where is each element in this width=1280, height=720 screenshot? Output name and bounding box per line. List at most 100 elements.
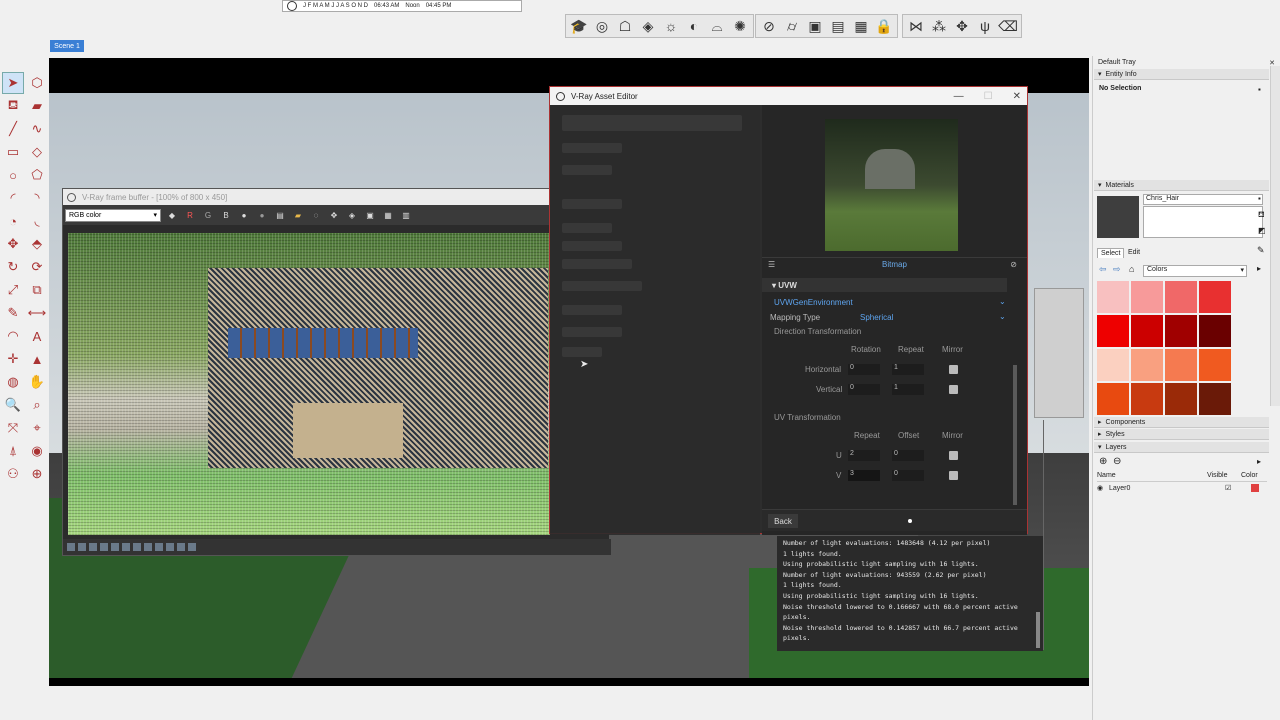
vfb-tool-icon[interactable] — [188, 543, 196, 551]
chevron-down-icon[interactable]: ⌄ — [999, 297, 1006, 306]
uvw-type-select[interactable]: UVWGenEnvironment — [774, 298, 853, 307]
white-dot-icon[interactable]: ● — [237, 208, 251, 222]
vfb-tool-icon[interactable] — [100, 543, 108, 551]
layer-color-swatch[interactable] — [1251, 484, 1259, 492]
u-offset-input[interactable]: 0 — [892, 450, 924, 461]
display-icon[interactable]: ▣ — [363, 208, 377, 222]
lock-icon[interactable]: 🔒 — [873, 15, 895, 37]
axes-icon[interactable]: ✛ — [2, 348, 24, 370]
horizontal-repeat-input[interactable]: 1 — [892, 364, 924, 375]
u-mirror-checkbox[interactable] — [949, 451, 958, 460]
chevron-down-icon[interactable]: ⌄ — [999, 312, 1006, 321]
color-swatch[interactable] — [1165, 281, 1197, 313]
red-channel-button[interactable]: R — [183, 208, 197, 222]
asset-list-item[interactable] — [562, 241, 622, 251]
shadow-settings-bar[interactable]: J F M A M J J A S O N D 06:43 AM Noon 04… — [282, 0, 522, 12]
paint-bucket-icon[interactable]: ⛾ — [2, 95, 24, 117]
fur-icon[interactable]: ⋈ — [905, 15, 927, 37]
color-swatch[interactable] — [1131, 349, 1163, 381]
rotated-rectangle-icon[interactable]: ◇ — [26, 141, 48, 163]
scene-tab[interactable]: Scene 1 — [50, 40, 84, 52]
toggle-details-icon[interactable]: ▪ — [1258, 85, 1261, 94]
uvw-section-header[interactable]: ▾ UVW — [762, 278, 1007, 292]
blue-channel-button[interactable]: B — [219, 208, 233, 222]
transform-icon[interactable]: ✥ — [951, 15, 973, 37]
vfb-titlebar[interactable]: V-Ray frame buffer - [100% of 800 x 450] — [63, 189, 609, 205]
material-name-field[interactable]: Chris_Hair — [1143, 194, 1263, 205]
vray-frame-buffer-icon[interactable]: ◈ — [637, 15, 659, 37]
move-icon[interactable]: ✥ — [2, 233, 24, 255]
minimize-icon[interactable]: — — [954, 91, 964, 102]
previous-view-icon[interactable]: ⌖ — [26, 417, 48, 439]
tray-scrollbar[interactable] — [1270, 66, 1280, 406]
vfb-tool-icon[interactable] — [122, 543, 130, 551]
default-material-icon[interactable]: ◩ — [1258, 226, 1266, 235]
properties-scrollbar[interactable] — [1013, 365, 1017, 505]
v-offset-input[interactable]: 0 — [892, 470, 924, 481]
teapot-icon[interactable]: ⌭ — [781, 15, 803, 37]
protractor-icon[interactable]: ◠ — [2, 325, 24, 347]
scale-icon[interactable]: ⤢ — [2, 279, 24, 301]
tab-edit[interactable]: Edit — [1125, 248, 1143, 257]
add-layer-icon[interactable]: ⊕ — [1099, 456, 1107, 467]
u-repeat-input[interactable]: 2 — [848, 450, 880, 461]
vfb-tool-icon[interactable] — [111, 543, 119, 551]
color-swatch[interactable] — [1199, 383, 1231, 415]
asset-list-item[interactable] — [562, 165, 612, 175]
vray-cloud-icon[interactable]: ☖ — [614, 15, 636, 37]
active-layer-radio[interactable]: ◉ — [1097, 484, 1109, 492]
color-swatch[interactable] — [1199, 315, 1231, 347]
tab-select[interactable]: Select — [1097, 248, 1125, 258]
entity-info-header[interactable]: ▾ Entity Info — [1094, 69, 1269, 80]
tape-measure-icon[interactable]: ✎ — [2, 302, 24, 324]
position-camera-icon[interactable]: ⍋ — [2, 440, 24, 462]
eyedropper-icon[interactable]: ✎ — [1257, 245, 1265, 256]
bitmap-bar[interactable]: ☰ Bitmap ⊘ — [762, 257, 1027, 271]
grass-icon[interactable]: ψ — [974, 15, 996, 37]
section-plane-icon[interactable]: ⊕ — [26, 463, 48, 485]
omni-light-icon[interactable]: ✺ — [729, 15, 751, 37]
display-secondary-icon[interactable]: ▪ — [1258, 194, 1261, 203]
eraser-icon[interactable]: ⌫ — [997, 15, 1019, 37]
vertical-mirror-checkbox[interactable] — [949, 385, 958, 394]
materials-header[interactable]: ▾ Materials — [1094, 180, 1269, 191]
color-swatch[interactable] — [1131, 383, 1163, 415]
horizontal-mirror-checkbox[interactable] — [949, 365, 958, 374]
color-swatch[interactable] — [1165, 349, 1197, 381]
vray-interactive-icon[interactable]: ◎ — [591, 15, 613, 37]
save-icon[interactable]: ▤ — [273, 208, 287, 222]
asset-list-item[interactable] — [562, 281, 642, 291]
asset-list-item[interactable] — [562, 143, 622, 153]
vfb-tool-icon[interactable] — [177, 543, 185, 551]
plane-icon[interactable]: ▦ — [850, 15, 872, 37]
col-color[interactable]: Color — [1241, 472, 1267, 481]
color-swatch[interactable] — [1199, 281, 1231, 313]
create-material-icon[interactable]: ⛾ — [1258, 210, 1265, 220]
color-swatch[interactable] — [1097, 315, 1129, 347]
color-swatch[interactable] — [1097, 383, 1129, 415]
eraser-tool-icon[interactable]: ▰ — [26, 95, 48, 117]
styles-header[interactable]: ▸ Styles — [1094, 429, 1269, 440]
col-name[interactable]: Name — [1097, 472, 1207, 481]
dimension-icon[interactable]: ⟷ — [26, 302, 48, 324]
color-swatch[interactable] — [1097, 281, 1129, 313]
vfb-tool-icon[interactable] — [89, 543, 97, 551]
vfb-tool-icon[interactable] — [67, 543, 75, 551]
arc-3pt-icon[interactable]: ◟ — [26, 210, 48, 232]
delete-layer-icon[interactable]: ⊖ — [1113, 456, 1121, 467]
vray-render-icon[interactable]: 🎓 — [568, 15, 590, 37]
material-swatch[interactable] — [1097, 196, 1139, 238]
look-around-icon[interactable]: ◉ — [26, 440, 48, 462]
layers-header[interactable]: ▾ Layers — [1094, 442, 1269, 453]
clear-icon[interactable]: ◌ — [309, 208, 323, 222]
eye-off-icon[interactable]: ⊘ — [1010, 260, 1017, 269]
back-button[interactable]: Back — [768, 514, 798, 528]
vertical-repeat-input[interactable]: 1 — [892, 384, 924, 395]
asset-list-item[interactable] — [562, 305, 622, 315]
line-icon[interactable]: ╱ — [2, 118, 24, 140]
color-swatch[interactable] — [1165, 315, 1197, 347]
layer-visible-checkbox[interactable]: ☑ — [1225, 484, 1251, 492]
vfb-tool-icon[interactable] — [78, 543, 86, 551]
forward-arrow-icon[interactable]: ⇨ — [1113, 264, 1121, 275]
rotate-icon[interactable]: ↻ — [2, 256, 24, 278]
